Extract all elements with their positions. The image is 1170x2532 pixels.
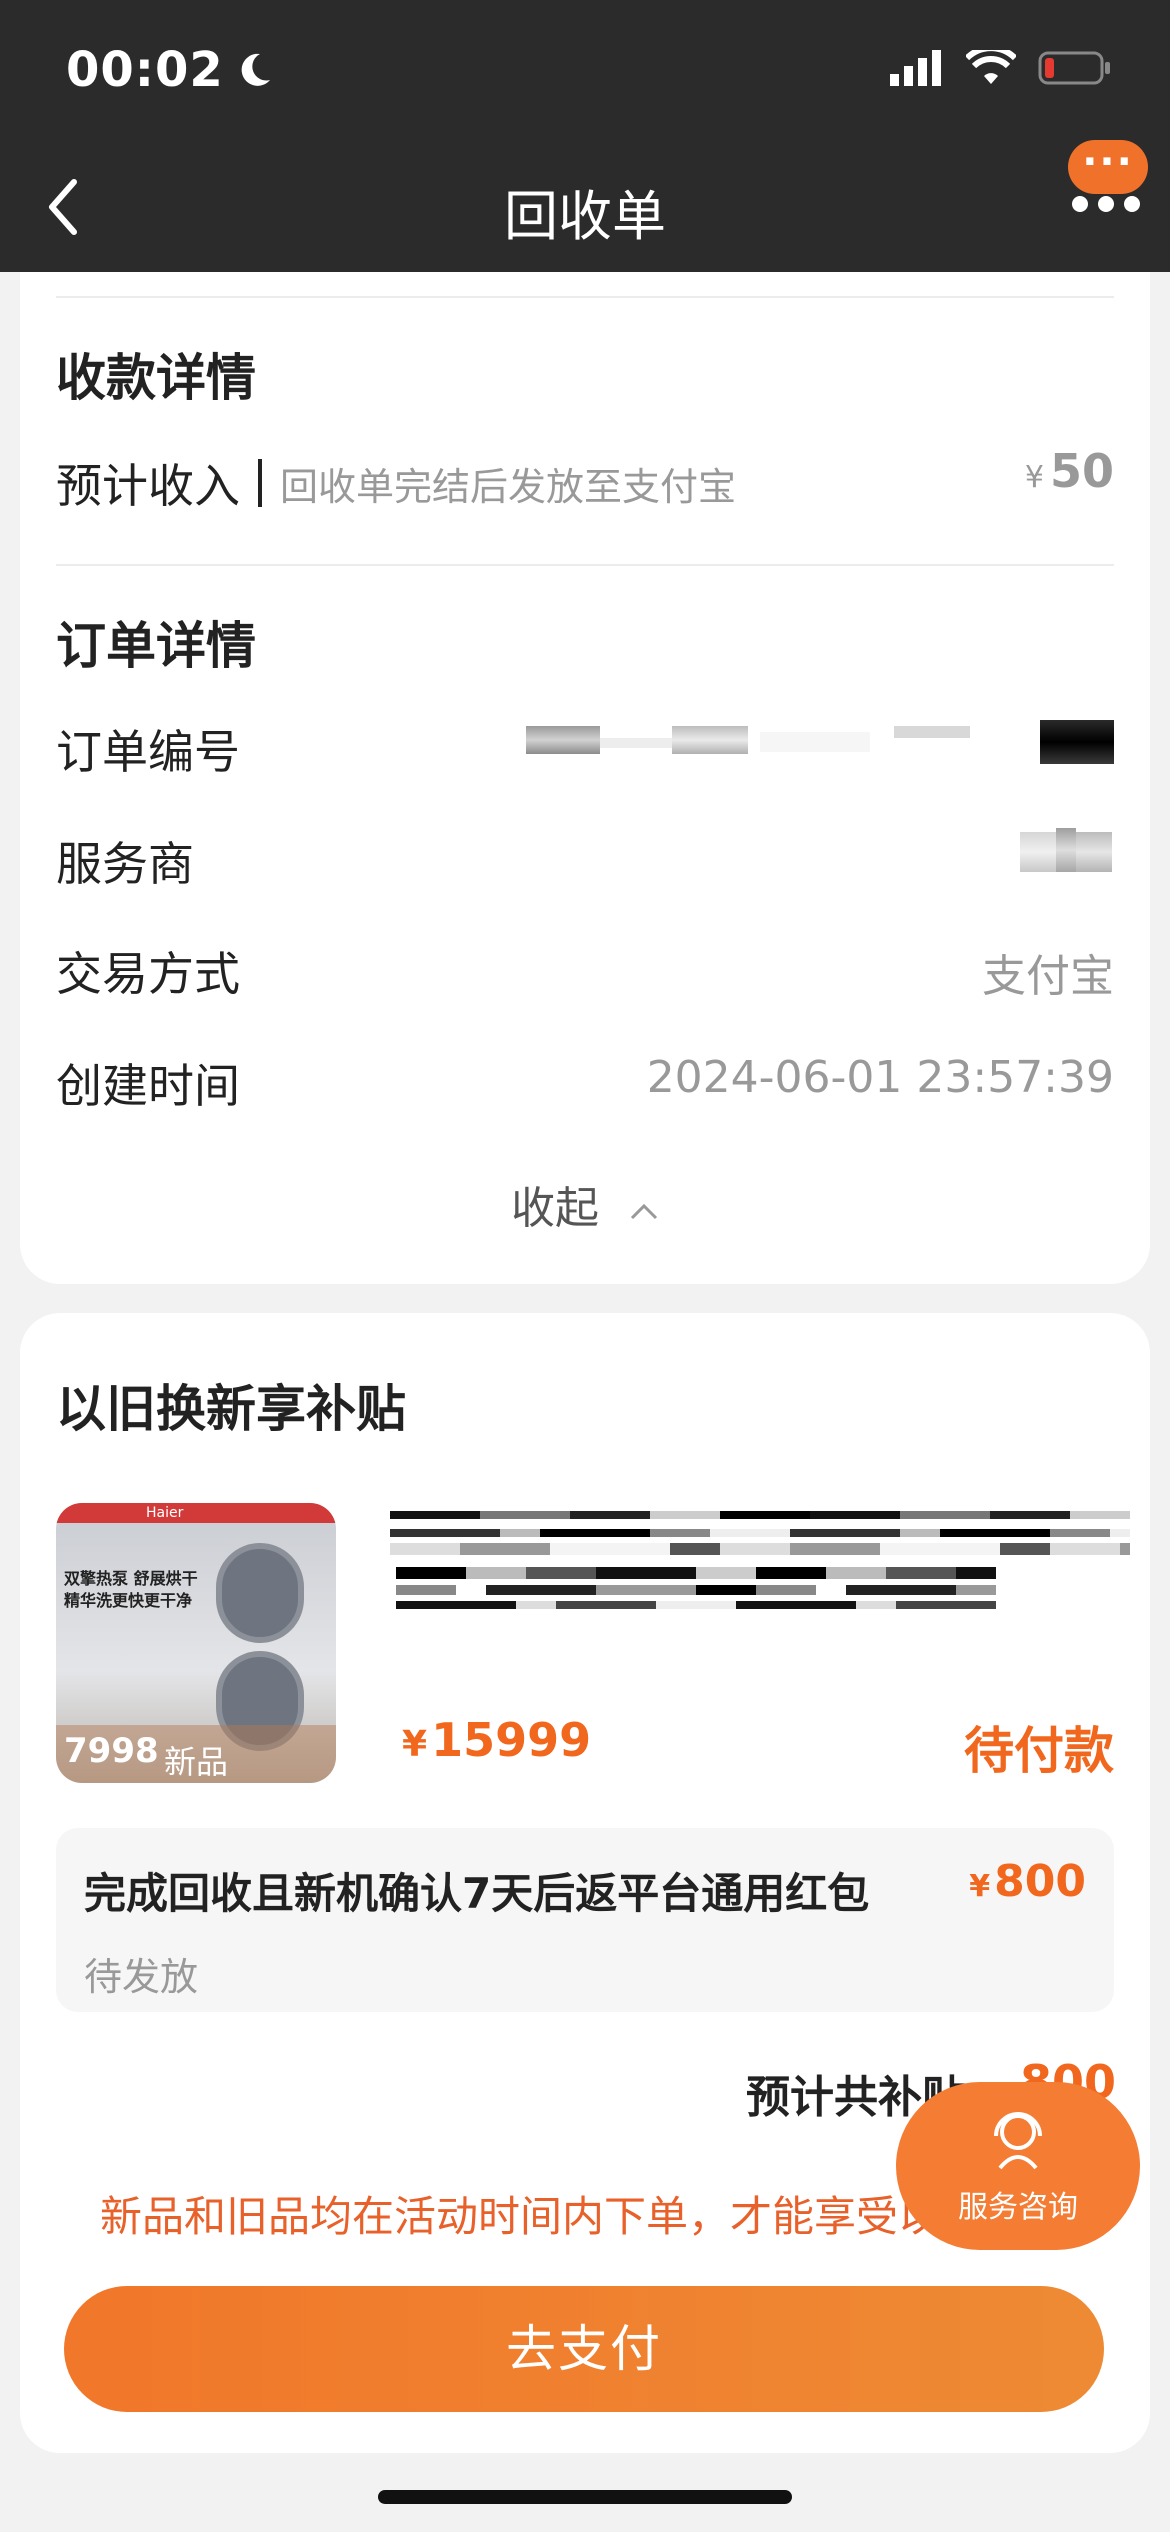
payment-method-value: 支付宝 [982, 951, 1114, 1002]
status-time-text: 00:02 [66, 42, 224, 98]
order-status: 待付款 [964, 1722, 1114, 1780]
subsidy-section-title: 以旧换新享补贴 [56, 1380, 406, 1438]
payment-method-label: 交易方式 [56, 947, 240, 1001]
estimated-income-hint: 回收单完结后发放至支付宝 [280, 464, 737, 509]
price-value: 15999 [431, 1713, 592, 1767]
collapse-button[interactable]: 收起 [20, 1172, 1150, 1236]
image-tag-1: 双擎热泵 舒展烘干 [64, 1569, 198, 1588]
service-consult-label: 服务咨询 [958, 2190, 1078, 2225]
divider [56, 564, 1114, 566]
amount-value: 800 [994, 1856, 1086, 1907]
top-bar: 00:02 回收单 ··· [0, 0, 1170, 272]
amount-value: 50 [1049, 444, 1114, 498]
provider-label: 服务商 [56, 837, 194, 891]
estimated-income-label: 预计收入 [56, 459, 240, 513]
redpack-box: 完成回收且新机确认7天后返平台通用红包 ¥ 800 待发放 [56, 1828, 1114, 2012]
washer-drum-top [216, 1543, 304, 1643]
image-tag-2: 精华洗更快更干净 [64, 1591, 193, 1610]
currency-symbol: ¥ [1024, 460, 1044, 495]
redpack-amount: ¥ 800 [969, 1856, 1086, 1907]
details-card: 收款详情 预计收入 回收单完结后发放至支付宝 ¥ 50 订单详情 订单编号 服务… [20, 272, 1150, 1284]
product-image[interactable]: Haier 双擎热泵 舒展烘干 精华洗更快更干净 7998 新品 [56, 1503, 336, 1783]
wifi-icon [966, 50, 1016, 84]
created-time-label: 创建时间 [56, 1059, 240, 1113]
redpack-title: 完成回收且新机确认7天后返平台通用红包 [84, 1869, 870, 1918]
payment-section-title: 收款详情 [56, 349, 256, 407]
status-time: 00:02 [66, 42, 274, 98]
more-menu-button[interactable]: ··· [1068, 140, 1148, 194]
divider [56, 296, 1114, 298]
separator-bar [258, 459, 262, 507]
order-section-title: 订单详情 [56, 617, 256, 675]
image-new-label: 新品 [164, 1743, 229, 1781]
currency-symbol: ¥ [969, 1869, 991, 1904]
chevron-up-icon [630, 1203, 658, 1220]
home-indicator[interactable] [378, 2490, 792, 2504]
pay-button[interactable]: 去支付 [64, 2286, 1104, 2412]
currency-symbol: ¥ [402, 1724, 428, 1765]
image-brand: Haier [146, 1505, 184, 1521]
estimated-income-amount: ¥ 50 [1025, 444, 1114, 498]
created-time-value: 2024-06-01 23:57:39 [646, 1052, 1114, 1103]
page-title: 回收单 [504, 185, 666, 248]
subsidy-card: 以旧换新享补贴 Haier 双擎热泵 舒展烘干 精华洗更快更干净 7998 新品… [20, 1313, 1150, 2453]
moon-icon [241, 53, 270, 86]
customer-service-icon [994, 2112, 1042, 2170]
battery-icon [1038, 51, 1110, 85]
service-consult-button[interactable]: 服务咨询 [896, 2082, 1140, 2250]
status-icons [890, 50, 1112, 86]
estimated-income-row: 预计收入 回收单完结后发放至支付宝 [56, 450, 736, 516]
image-brand-strip [56, 1503, 336, 1523]
order-number-label: 订单编号 [56, 725, 240, 779]
collapse-label: 收起 [511, 1183, 599, 1234]
signal-icon [890, 50, 941, 86]
product-price: ¥ 15999 [402, 1713, 591, 1767]
image-price: 7998 [64, 1731, 159, 1771]
redpack-status: 待发放 [84, 1955, 199, 1999]
more-dots-icon[interactable] [1072, 196, 1140, 212]
